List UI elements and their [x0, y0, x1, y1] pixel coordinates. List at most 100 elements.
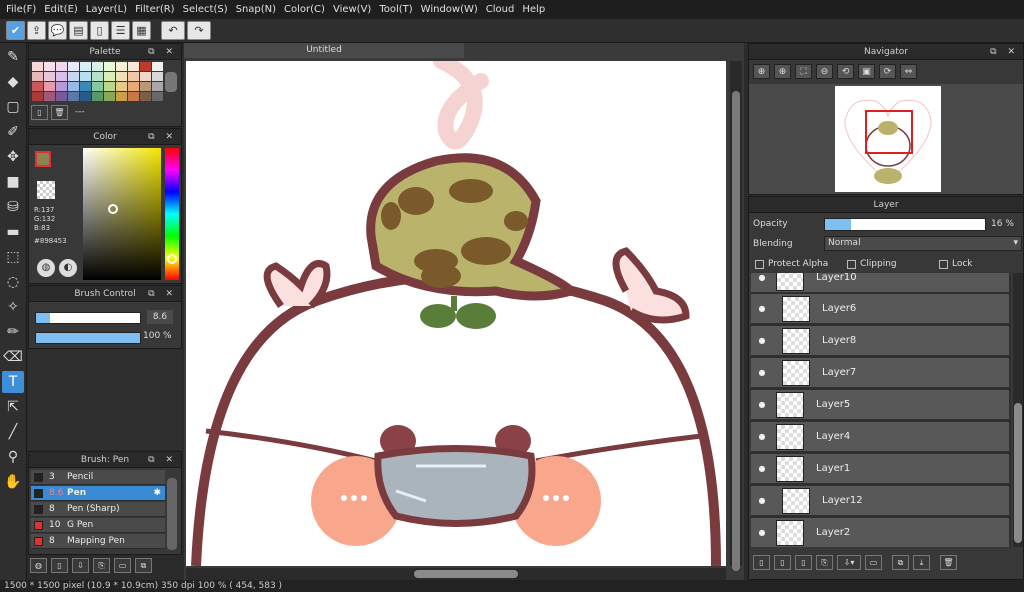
layer-row[interactable]: ● Layer1 [751, 454, 1009, 484]
brush-opacity-slider[interactable] [35, 332, 141, 344]
menu-color[interactable]: Color(C) [282, 4, 331, 15]
eyedropper-icon[interactable]: ⚲ [2, 446, 24, 468]
pen-tool-icon[interactable]: ✐ [2, 121, 24, 143]
palette-swatch[interactable] [56, 72, 67, 81]
palette-swatch[interactable] [32, 92, 43, 101]
speech-bubble-icon[interactable]: 💬 [48, 21, 67, 40]
brush-size-slider[interactable] [35, 312, 141, 324]
palette-swatches[interactable] [29, 60, 165, 103]
palette-swatch[interactable] [140, 92, 151, 101]
palette-swatch[interactable] [56, 82, 67, 91]
select-rect-icon[interactable]: ⬚ [2, 246, 24, 268]
zoom-in-icon[interactable]: ⊕ [753, 64, 770, 79]
palette-swatch[interactable] [152, 92, 163, 101]
eye-icon[interactable]: ● [756, 399, 768, 411]
palette-swatch[interactable] [68, 92, 79, 101]
redo-icon[interactable]: ↷ [187, 21, 211, 40]
brush-settings-gear-icon[interactable]: ✱ [153, 488, 161, 498]
operation-tool-icon[interactable]: ⇱ [2, 396, 24, 418]
color-wheel-icon[interactable]: ◍ [37, 259, 55, 277]
new-1bit-layer-icon[interactable]: ▯ [795, 555, 812, 570]
palette-swatch[interactable] [44, 82, 55, 91]
layer-folder-icon[interactable]: ▭ [865, 555, 882, 570]
palette-swatch[interactable] [104, 72, 115, 81]
palette-swatch[interactable] [104, 92, 115, 101]
brush-new-icon[interactable]: ▯ [51, 558, 68, 573]
new-8bit-layer-icon[interactable]: ▯ [774, 555, 791, 570]
palette-swatch[interactable] [32, 72, 43, 81]
menu-tool[interactable]: Tool(T) [377, 4, 418, 15]
menu-help[interactable]: Help [520, 4, 551, 15]
eye-icon[interactable]: ● [756, 463, 768, 475]
palette-swatch[interactable] [116, 62, 127, 71]
delete-palette-icon[interactable]: 🗑 [51, 104, 68, 120]
eye-icon[interactable]: ● [756, 431, 768, 443]
menu-file[interactable]: File(F) [4, 4, 42, 15]
panel-close-icon[interactable]: ⧉ ✕ [148, 129, 177, 145]
select-eraser-icon[interactable]: ⌫ [2, 346, 24, 368]
eye-icon[interactable]: ● [756, 303, 768, 315]
palette-swatch[interactable] [80, 62, 91, 71]
undo-icon[interactable]: ↶ [161, 21, 185, 40]
transparent-color[interactable] [37, 181, 55, 199]
eraser-tool-icon[interactable]: ◆ [2, 71, 24, 93]
palette-swatch[interactable] [32, 62, 43, 71]
layer-row[interactable]: ● Layer12 [751, 486, 1009, 516]
palette-swatch[interactable] [92, 92, 103, 101]
layer-opacity-slider[interactable] [824, 218, 986, 231]
menu-cloud[interactable]: Cloud [484, 4, 521, 15]
layer-row[interactable]: ● Layer6 [751, 294, 1009, 324]
blending-select[interactable]: Normal ▾ [824, 236, 1022, 251]
layer-row[interactable]: ● Layer8 [751, 326, 1009, 356]
lasso-icon[interactable]: ◌ [2, 271, 24, 293]
eye-icon[interactable]: ● [756, 335, 768, 347]
navigator-viewport-box[interactable] [865, 110, 913, 154]
bucket-tool-icon[interactable]: ⛁ [2, 196, 24, 218]
brush-copy-icon[interactable]: ⎘ [93, 558, 110, 573]
palette-swatch[interactable] [140, 72, 151, 81]
palette-swatch[interactable] [68, 82, 79, 91]
eye-icon[interactable]: ● [756, 495, 768, 507]
layer-scroll-thumb[interactable] [1014, 403, 1022, 543]
palette-swatch[interactable] [128, 72, 139, 81]
zoom-out-icon[interactable]: ⊖ [816, 64, 833, 79]
palette-swatch[interactable] [152, 72, 163, 81]
layer-row[interactable]: ● Layer5 [751, 390, 1009, 420]
layer-row[interactable]: ● Layer4 [751, 422, 1009, 452]
lock-option[interactable]: Lock [939, 259, 973, 269]
text-tool-icon[interactable]: T [2, 371, 24, 393]
protect-alpha-checkbox[interactable] [755, 259, 764, 269]
layer-import-icon[interactable]: ⇩▾ [837, 555, 861, 570]
layer-merge-icon[interactable]: ⤓ [913, 555, 930, 570]
document-tab[interactable]: Untitled [184, 43, 464, 58]
palette-swatch[interactable] [116, 92, 127, 101]
brush-add-icon[interactable]: ◍ [30, 558, 47, 573]
panel-close-icon[interactable]: ⧉ ✕ [990, 44, 1019, 60]
zoom-in-icon[interactable]: ⊕ [774, 64, 791, 79]
menu-filter[interactable]: Filter(R) [133, 4, 181, 15]
palette-swatch[interactable] [32, 82, 43, 91]
rotate-left-icon[interactable]: ⟲ [837, 64, 854, 79]
layer-list-scrollbar[interactable] [1013, 273, 1023, 547]
panel-close-icon[interactable]: ⧉ ✕ [148, 452, 177, 468]
move-tool-icon[interactable]: ✥ [2, 146, 24, 168]
brush-item[interactable]: 8 Mapping Pen [31, 534, 165, 549]
rectangle-select-icon[interactable]: ▢ [2, 96, 24, 118]
canvas-horizontal-scrollbar[interactable] [186, 568, 726, 580]
divide-tool-icon[interactable]: ╱ [2, 421, 24, 443]
layer-copy-icon[interactable]: ⎘ [816, 555, 833, 570]
magic-wand-icon[interactable]: ✧ [2, 296, 24, 318]
palette-scrollbar[interactable] [165, 72, 177, 92]
palette-swatch[interactable] [56, 62, 67, 71]
flip-icon[interactable]: ⇔ [900, 64, 917, 79]
canvas-vertical-scrollbar[interactable] [730, 61, 742, 571]
list-icon[interactable]: ☰ [111, 21, 130, 40]
navigator-preview-area[interactable] [749, 84, 1023, 194]
drawing-canvas[interactable] [186, 61, 726, 566]
eye-icon[interactable]: ● [756, 273, 768, 284]
grid-icon[interactable]: ▦ [132, 21, 151, 40]
brush-item[interactable]: 8 Pen (Sharp) [31, 502, 165, 517]
hand-tool-icon[interactable]: ✋ [2, 471, 24, 493]
check-icon[interactable]: ✔ [6, 21, 25, 40]
palette-swatch[interactable] [140, 82, 151, 91]
